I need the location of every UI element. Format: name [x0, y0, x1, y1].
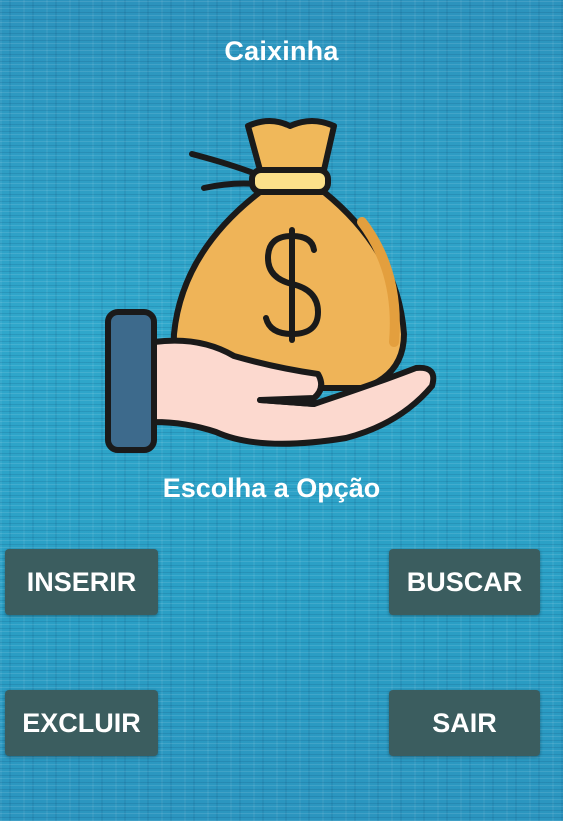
app-title: Caixinha	[224, 36, 339, 66]
money-bag-hand-image	[100, 112, 440, 458]
inserir-button[interactable]: INSERIR	[5, 549, 158, 615]
money-bag-in-hand-icon	[105, 118, 437, 453]
sair-button[interactable]: SAIR	[389, 690, 540, 756]
subtitle: Escolha a Opção	[162, 473, 381, 503]
buscar-button[interactable]: BUSCAR	[389, 549, 540, 615]
excluir-button[interactable]: EXCLUIR	[5, 690, 158, 756]
